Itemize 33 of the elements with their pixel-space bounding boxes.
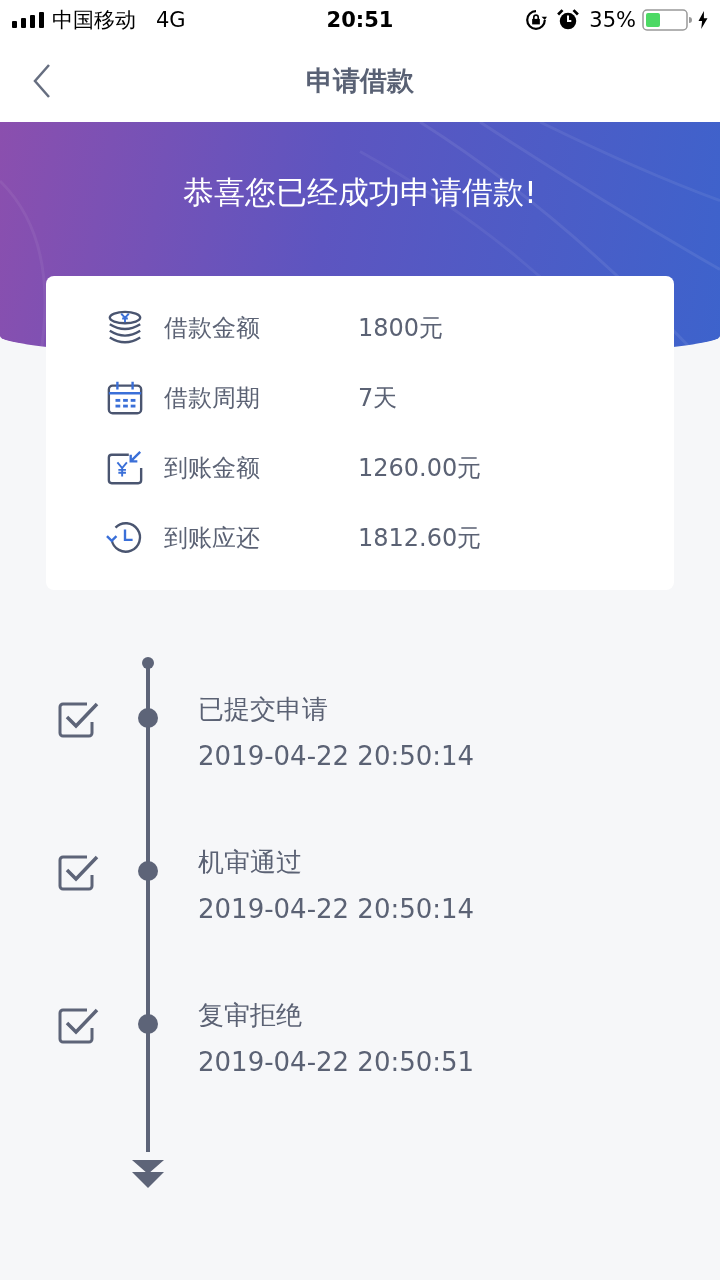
step-title: 机审通过 — [198, 846, 303, 879]
field-label: 到账应还 — [164, 523, 261, 554]
battery-icon — [642, 9, 692, 31]
field-label: 借款金额 — [164, 313, 261, 344]
success-message: 恭喜您已经成功申请借款! — [183, 173, 537, 212]
step-time: 2019-04-22 20:50:51 — [198, 1047, 475, 1077]
step-title: 复审拒绝 — [198, 999, 303, 1032]
field-label: 借款周期 — [164, 383, 261, 414]
page-title: 申请借款 — [306, 64, 414, 98]
network-type: 4G — [156, 8, 186, 32]
clock: 20:51 — [326, 8, 394, 32]
timeline-dot — [138, 861, 158, 881]
field-value: 1800元 — [358, 313, 444, 344]
calendar-icon — [106, 379, 144, 417]
carrier-name: 中国移动 — [52, 7, 136, 34]
receive-money-icon — [106, 449, 144, 487]
field-value: 1260.00元 — [358, 453, 482, 484]
timeline-start-dot — [142, 657, 154, 669]
step-time: 2019-04-22 20:50:14 — [198, 741, 475, 771]
double-arrow-icon — [132, 1160, 164, 1188]
charging-icon — [698, 11, 708, 29]
timeline-dot — [138, 1014, 158, 1034]
rotation-lock-icon — [525, 9, 548, 31]
alarm-icon — [557, 9, 580, 31]
field-value: 7天 — [358, 383, 398, 414]
battery-percent: 35% — [589, 8, 636, 32]
field-value: 1812.60元 — [358, 523, 482, 554]
field-label: 到账金额 — [164, 453, 261, 484]
timeline-dot — [138, 708, 158, 728]
step-time: 2019-04-22 20:50:14 — [198, 894, 475, 924]
back-icon[interactable] — [32, 63, 52, 99]
signal-icon — [12, 12, 46, 28]
step-title: 已提交申请 — [198, 693, 329, 726]
